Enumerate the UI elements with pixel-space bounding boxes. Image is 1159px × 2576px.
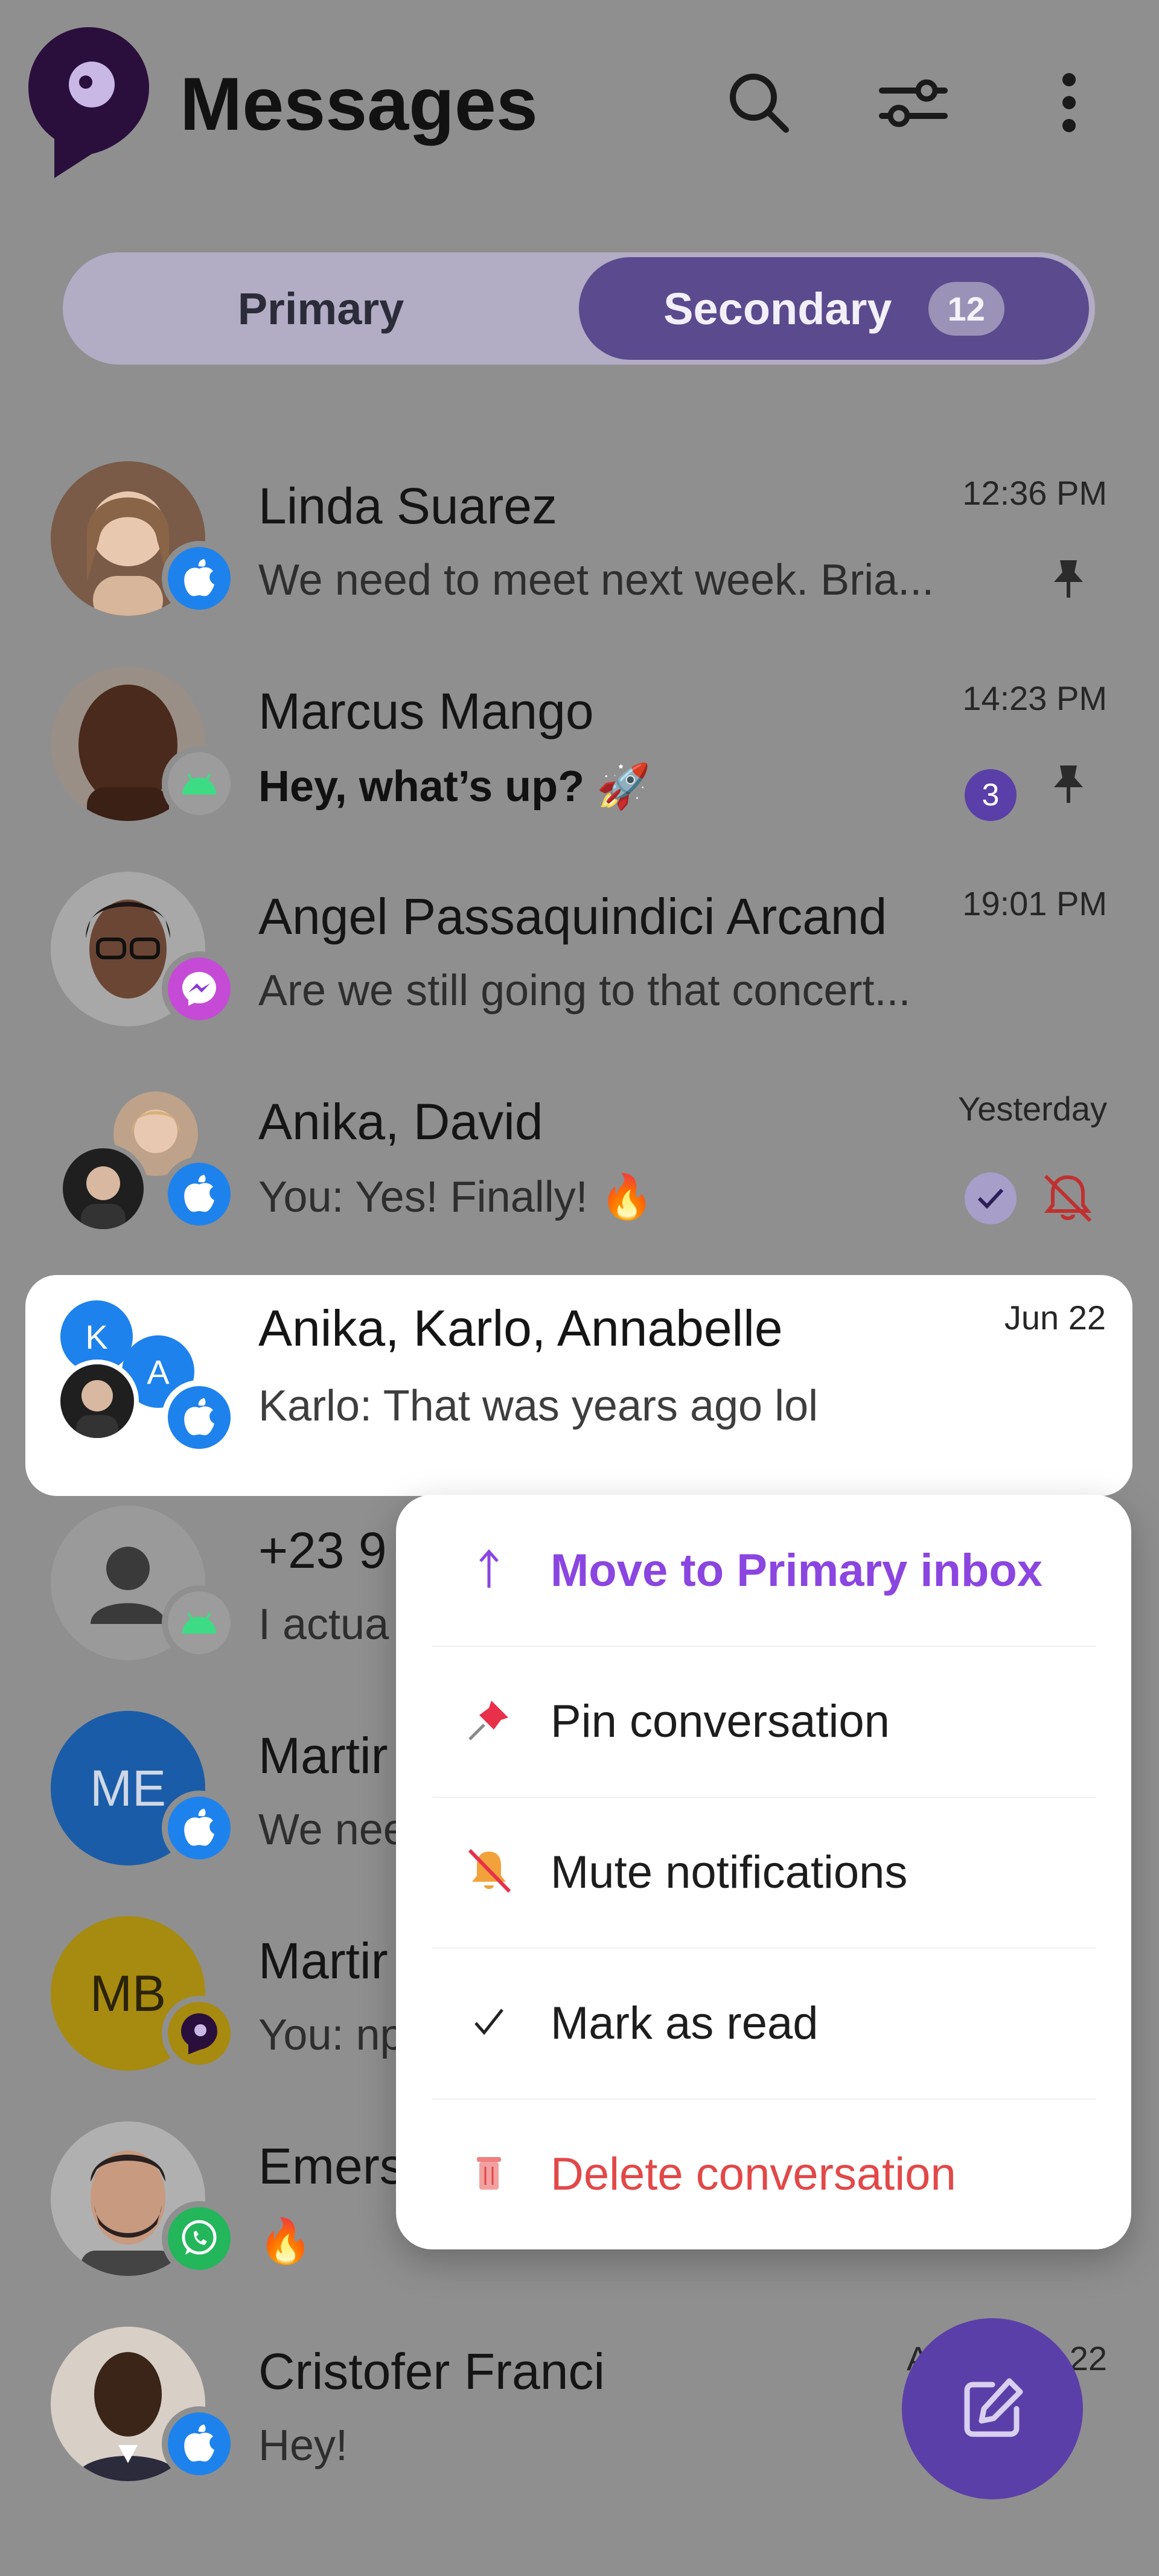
inbox-tabs: Primary Secondary 12 bbox=[63, 252, 1095, 365]
message-preview: You: np bbox=[258, 2011, 404, 2059]
app-logo bbox=[25, 24, 152, 178]
more-options-button[interactable] bbox=[1030, 63, 1108, 142]
message-preview: I actua bbox=[258, 1600, 389, 1649]
trash-icon bbox=[465, 2153, 513, 2195]
arrow-up-icon bbox=[465, 1548, 513, 1593]
contact-name: Angel Passaquindici Arcand bbox=[258, 888, 887, 945]
apple-icon bbox=[184, 1398, 214, 1436]
tab-secondary[interactable]: Secondary 12 bbox=[579, 257, 1089, 360]
android-badge bbox=[162, 746, 237, 821]
muted-bell-icon bbox=[1041, 1172, 1095, 1227]
avatar-initials: MB bbox=[90, 1964, 166, 2022]
android-badge bbox=[162, 1585, 237, 1660]
apple-icon bbox=[184, 1809, 214, 1846]
message-preview: 🔥 bbox=[258, 2217, 313, 2266]
avatar-initials: ME bbox=[90, 1759, 166, 1817]
message-preview: Hey, what’s up? 🚀 bbox=[258, 762, 651, 811]
message-preview: You: Yes! Finally! 🔥 bbox=[258, 1173, 654, 1221]
sliders-icon bbox=[879, 79, 948, 127]
contact-name: Cristofer Franci bbox=[258, 2343, 605, 2400]
filter-button[interactable] bbox=[874, 63, 953, 142]
conversation-row[interactable]: Angel Passaquindici Arcand Are we still … bbox=[0, 855, 1159, 1060]
read-check-icon bbox=[965, 1172, 1017, 1224]
message-time: 12:36 PM bbox=[962, 474, 1107, 512]
compose-icon bbox=[964, 2378, 1023, 2437]
messages-screen: Messages Primary Secondary 12 Linda Suar… bbox=[0, 0, 1159, 2576]
imessage-badge bbox=[162, 1380, 237, 1455]
messenger-badge bbox=[162, 951, 237, 1026]
conversation-context-menu: Move to Primary inbox Pin conversation M… bbox=[396, 1495, 1131, 2249]
message-time: Yesterday bbox=[958, 1090, 1107, 1128]
search-icon bbox=[730, 74, 789, 133]
contact-name: Martir bbox=[258, 1932, 388, 1989]
apple-icon bbox=[184, 1175, 214, 1212]
conversation-row[interactable]: Marcus Mango Hey, what’s up? 🚀 14:23 PM … bbox=[0, 650, 1159, 855]
menu-item-delete[interactable]: Delete conversation bbox=[396, 2098, 1131, 2249]
message-time: Jun 22 bbox=[1004, 1299, 1106, 1337]
app-badge bbox=[162, 1996, 237, 2071]
compose-button[interactable] bbox=[902, 2318, 1083, 2499]
menu-item-move-to-primary[interactable]: Move to Primary inbox bbox=[396, 1495, 1131, 1646]
tab-primary-label: Primary bbox=[237, 283, 404, 334]
contact-name: Anika, Karlo, Annabelle bbox=[258, 1300, 783, 1357]
messenger-icon bbox=[182, 972, 216, 1006]
imessage-badge bbox=[162, 541, 237, 616]
contact-name: Marcus Mango bbox=[258, 683, 594, 740]
page-title: Messages bbox=[180, 63, 538, 146]
selected-conversation-row[interactable]: K A Anika, Karlo, Annabelle Karlo: That … bbox=[25, 1275, 1132, 1496]
android-icon bbox=[182, 1612, 216, 1634]
menu-item-mark-read[interactable]: Mark as read bbox=[396, 1948, 1131, 2098]
pin-icon bbox=[1050, 558, 1087, 603]
imessage-badge bbox=[162, 2406, 237, 2481]
android-icon bbox=[182, 773, 216, 794]
pin-icon bbox=[1050, 763, 1087, 808]
avatar-initials: A bbox=[147, 1352, 170, 1391]
message-preview: We need to meet next week. Bria... bbox=[258, 556, 934, 604]
message-time: 14:23 PM bbox=[962, 679, 1107, 717]
conversation-row[interactable]: Linda Suarez We need to meet next week. … bbox=[0, 444, 1159, 650]
menu-item-label: Move to Primary inbox bbox=[551, 1544, 1043, 1596]
contact-name: Emers bbox=[258, 2138, 405, 2194]
tab-primary[interactable]: Primary bbox=[63, 252, 579, 365]
menu-item-label: Delete conversation bbox=[551, 2148, 956, 2200]
more-vertical-icon bbox=[1062, 73, 1076, 132]
apple-icon bbox=[184, 2424, 214, 2462]
contact-name: Anika, David bbox=[258, 1093, 543, 1150]
message-preview: Karlo: That was years ago lol bbox=[258, 1382, 819, 1430]
message-time: 19:01 PM bbox=[962, 884, 1107, 922]
contact-name: Martir bbox=[258, 1727, 388, 1784]
checkmark-icon bbox=[465, 2006, 513, 2041]
search-button[interactable] bbox=[720, 63, 798, 142]
whatsapp-badge bbox=[162, 2201, 237, 2276]
message-preview: Hey! bbox=[258, 2421, 348, 2470]
unread-count-badge: 3 bbox=[965, 769, 1017, 821]
avatar bbox=[58, 1143, 148, 1234]
conversation-row[interactable]: Anika, David You: Yes! Finally! 🔥 Yester… bbox=[0, 1060, 1159, 1265]
menu-item-label: Mute notifications bbox=[551, 1846, 908, 1898]
menu-item-mute[interactable]: Mute notifications bbox=[396, 1797, 1131, 1948]
avatar bbox=[56, 1360, 139, 1443]
message-preview: We nee bbox=[258, 1806, 407, 1854]
menu-item-label: Pin conversation bbox=[551, 1695, 890, 1747]
bell-slash-icon bbox=[465, 1848, 513, 1897]
apple-icon bbox=[184, 559, 214, 596]
pushpin-icon bbox=[465, 1697, 513, 1746]
secondary-count-badge: 12 bbox=[928, 281, 1004, 336]
whatsapp-icon bbox=[182, 2220, 217, 2255]
imessage-badge bbox=[162, 1791, 237, 1865]
tab-secondary-label: Secondary bbox=[663, 283, 892, 334]
menu-item-label: Mark as read bbox=[551, 1997, 819, 2049]
app-logo-icon bbox=[181, 2013, 217, 2054]
message-preview: Are we still going to that concert... bbox=[258, 967, 911, 1015]
menu-item-pin[interactable]: Pin conversation bbox=[396, 1646, 1131, 1797]
contact-name: Linda Suarez bbox=[258, 478, 558, 534]
contact-name: +23 9 bbox=[258, 1522, 387, 1579]
avatar-initials: K bbox=[85, 1317, 108, 1356]
imessage-badge bbox=[162, 1157, 237, 1232]
